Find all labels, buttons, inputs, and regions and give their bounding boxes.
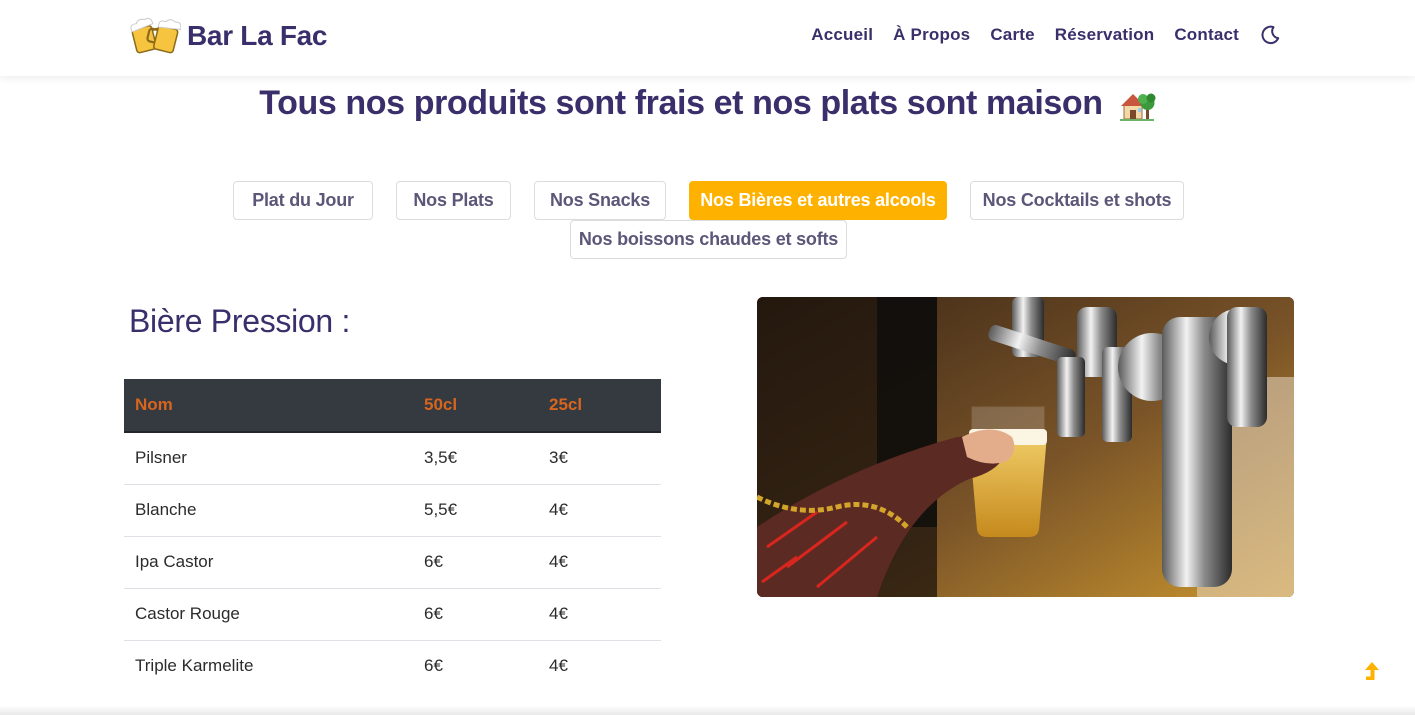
nav-link-carte[interactable]: Carte	[990, 25, 1034, 45]
price-25cl: 4€	[538, 588, 661, 641]
house-with-tree-icon	[1118, 87, 1156, 123]
price-25cl: 4€	[538, 536, 661, 589]
beer-name: Blanche	[124, 484, 413, 537]
tab-nos-cocktails[interactable]: Nos Cocktails et shots	[970, 181, 1184, 220]
beer-name: Castor Rouge	[124, 588, 413, 641]
moon-icon[interactable]	[1259, 24, 1281, 46]
table-row: Pilsner 3,5€ 3€	[124, 432, 661, 485]
beer-name: Pilsner	[124, 432, 413, 485]
table-row: Blanche 5,5€ 4€	[124, 484, 661, 537]
page-bottom-edge	[0, 705, 1415, 715]
section-title: Bière Pression :	[129, 303, 351, 339]
table-header-row: Nom 50cl 25cl	[124, 379, 661, 433]
price-25cl: 4€	[538, 484, 661, 537]
tab-nos-snacks[interactable]: Nos Snacks	[534, 181, 666, 220]
price-25cl: 4€	[549, 656, 568, 676]
nav-menu: Accueil À Propos Carte Réservation Conta…	[791, 24, 1281, 46]
beer-mugs-icon	[129, 14, 182, 58]
nav-link-accueil[interactable]: Accueil	[811, 25, 873, 45]
navbar: Bar La Fac Accueil À Propos Carte Réserv…	[0, 0, 1415, 76]
page-headline: Tous nos produits sont frais et nos plat…	[0, 84, 1415, 123]
beer-name: Triple Karmelite	[135, 656, 254, 676]
arrow-up-icon[interactable]	[1362, 660, 1382, 684]
beer-tap-pouring-photo	[757, 297, 1294, 597]
tab-plat-du-jour[interactable]: Plat du Jour	[233, 181, 373, 220]
column-header-nom: Nom	[124, 379, 413, 433]
headline-text: Tous nos produits sont frais et nos plat…	[259, 84, 1103, 122]
price-50cl: 6€	[413, 588, 538, 641]
price-50cl: 3,5€	[413, 432, 538, 485]
price-50cl: 6€	[413, 536, 538, 589]
price-50cl: 6€	[424, 656, 443, 676]
column-header-25cl: 25cl	[538, 379, 661, 433]
tab-nos-bieres[interactable]: Nos Bières et autres alcools	[689, 181, 947, 220]
table-row: Triple Karmelite 6€ 4€	[124, 640, 661, 692]
beer-price-table: Nom 50cl 25cl Pilsner 3,5€ 3€ Blanche 5,…	[124, 379, 661, 692]
table-row: Ipa Castor 6€ 4€	[124, 536, 661, 589]
brand-name: Bar La Fac	[187, 20, 328, 51]
nav-link-a-propos[interactable]: À Propos	[893, 25, 970, 45]
table-row: Castor Rouge 6€ 4€	[124, 588, 661, 641]
beer-name: Ipa Castor	[124, 536, 413, 589]
tab-nos-boissons-chaudes[interactable]: Nos boissons chaudes et softs	[570, 220, 847, 259]
brand-link[interactable]: Bar La Fac	[129, 14, 327, 58]
tab-nos-plats[interactable]: Nos Plats	[396, 181, 511, 220]
price-25cl: 3€	[538, 432, 661, 485]
nav-link-contact[interactable]: Contact	[1174, 25, 1239, 45]
column-header-50cl: 50cl	[413, 379, 538, 433]
nav-link-reservation[interactable]: Réservation	[1055, 25, 1155, 45]
price-50cl: 5,5€	[413, 484, 538, 537]
